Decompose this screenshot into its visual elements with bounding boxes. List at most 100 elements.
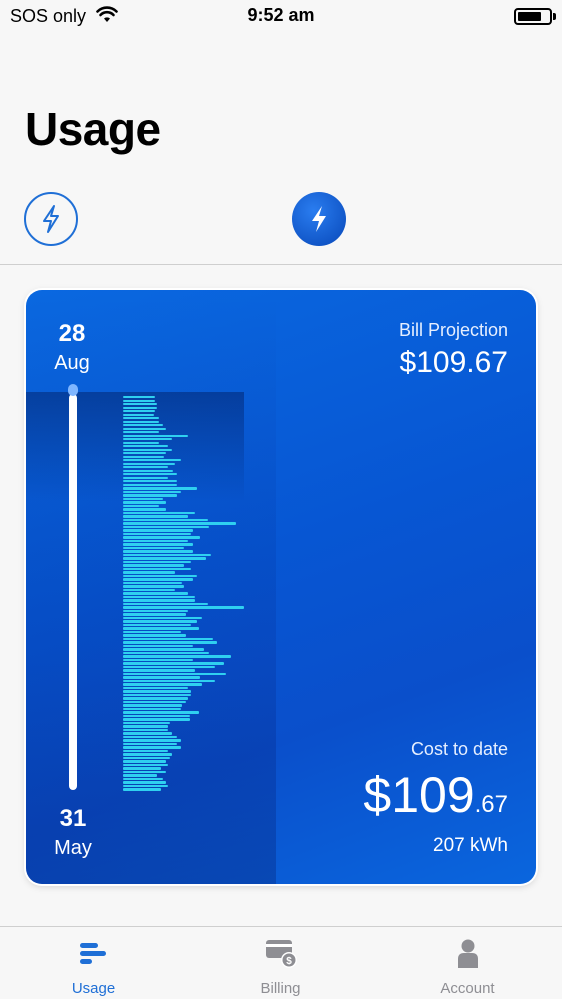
end-month: May (54, 837, 92, 859)
battery-nub (553, 13, 556, 20)
usage-day-bar (123, 438, 172, 441)
usage-day-bar (123, 459, 181, 462)
usage-day-bar (123, 504, 159, 508)
usage-day-bar (123, 613, 186, 616)
usage-day-bar (123, 445, 168, 448)
usage-bars-icon (80, 943, 106, 964)
usage-day-bar (123, 494, 177, 497)
usage-day-bar (123, 595, 195, 599)
usage-day-bar (123, 756, 170, 760)
tab-bar: Usage $ Billing Account (0, 926, 562, 999)
timeline-scrubber[interactable] (69, 394, 77, 790)
usage-day-bar (123, 711, 199, 714)
usage-day-bar (123, 473, 177, 476)
usage-day-bar (123, 511, 195, 515)
usage-day-bar (123, 686, 188, 690)
usage-day-bar (123, 585, 185, 588)
usage-day-bar (123, 476, 168, 479)
usage-day-bar (123, 564, 185, 567)
usage-day-bar (123, 672, 226, 676)
usage-day-bar (123, 466, 168, 469)
usage-day-bar (123, 788, 161, 791)
usage-card[interactable]: 28 Aug 31 May Bill Projection $109.67 Co… (26, 290, 536, 884)
usage-day-bar (123, 749, 168, 753)
usage-day-bar (123, 522, 237, 525)
kwh-total: 207 kWh (433, 835, 508, 856)
tab-account[interactable]: Account (374, 927, 561, 999)
usage-day-bar (123, 763, 168, 767)
usage-day-bar (123, 662, 224, 665)
bill-projection-value: $109.67 (399, 346, 508, 379)
end-date: 31 May (28, 805, 118, 860)
usage-day-bar (123, 574, 197, 578)
usage-day-bar (123, 427, 167, 430)
usage-day-bar (123, 725, 168, 728)
usage-day-bar (123, 536, 201, 539)
usage-day-bar (123, 599, 195, 602)
battery-level (518, 12, 541, 21)
tab-billing[interactable]: $ Billing (187, 927, 374, 999)
electricity-outline-button[interactable] (24, 192, 78, 246)
usage-day-bar (123, 704, 183, 707)
usage-day-bar (123, 396, 156, 399)
usage-day-bar (123, 606, 244, 609)
usage-day-bar (123, 413, 154, 416)
usage-day-bar (123, 623, 192, 627)
usage-day-bar (123, 501, 167, 504)
usage-day-bar (123, 448, 172, 451)
usage-day-bar (123, 690, 192, 693)
usage-day-bar (123, 487, 197, 490)
usage-day-bar (123, 508, 167, 511)
tab-billing-label: Billing (260, 980, 301, 997)
cost-to-date-label: Cost to date (410, 739, 508, 759)
cost-cents: .67 (474, 791, 508, 818)
usage-day-bar (123, 581, 183, 585)
usage-screen: SOS only 9:52 am Usage 28 Aug 31 May Bil… (0, 0, 562, 999)
tab-usage[interactable]: Usage (0, 927, 187, 999)
start-day: 28 (58, 320, 86, 347)
usage-day-bar (123, 553, 212, 557)
usage-day-bar (123, 707, 181, 711)
electricity-selected-button[interactable] (292, 192, 346, 246)
usage-day-bar (123, 777, 163, 781)
usage-day-bar (123, 641, 217, 644)
usage-day-bar (123, 693, 192, 697)
usage-day-bar (123, 529, 194, 532)
usage-day-bar (123, 609, 188, 613)
usage-day-bar (123, 620, 197, 623)
cost-whole: $109 (363, 767, 475, 823)
usage-day-bar (123, 616, 203, 620)
usage-day-bar (123, 683, 203, 686)
usage-day-bar (123, 700, 186, 704)
usage-day-bar (123, 434, 188, 437)
usage-day-bar (123, 452, 167, 455)
usage-day-bar (123, 462, 176, 465)
usage-day-bar (123, 539, 188, 543)
timeline-handle[interactable] (68, 384, 78, 396)
usage-day-bar (123, 567, 192, 571)
usage-day-bar (123, 515, 188, 518)
usage-day-bar (123, 728, 168, 732)
usage-day-bar (123, 480, 177, 483)
usage-day-bar (123, 739, 181, 742)
usage-day-bar (123, 588, 176, 592)
usage-day-bar (123, 665, 215, 669)
usage-day-bar (123, 483, 177, 486)
end-day: 31 (59, 805, 87, 832)
usage-day-bar (123, 718, 190, 721)
usage-day-bar (123, 410, 156, 413)
usage-day-bar (123, 417, 159, 420)
usage-day-bar (123, 767, 161, 770)
usage-day-bar (123, 644, 194, 648)
status-bar: SOS only 9:52 am (0, 0, 562, 34)
usage-day-bar (123, 648, 204, 651)
usage-day-bar (123, 525, 210, 529)
usage-day-bar (123, 735, 177, 739)
usage-day-bar (123, 721, 170, 725)
svg-text:$: $ (286, 956, 292, 967)
daily-usage-bars[interactable] (123, 396, 263, 792)
usage-day-bar (123, 455, 165, 458)
usage-day-bar (123, 490, 181, 493)
tab-account-label: Account (440, 980, 495, 997)
usage-day-bar (123, 592, 188, 595)
